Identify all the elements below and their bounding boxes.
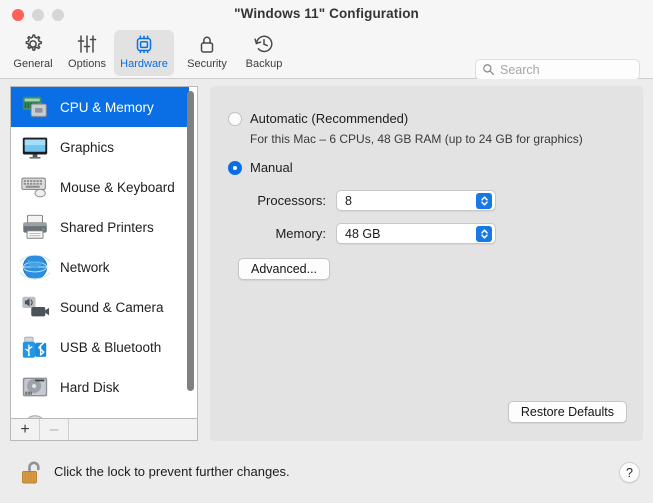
sidebar-scrollbar[interactable] [186, 90, 195, 415]
tab-security[interactable]: Security [177, 30, 237, 76]
automatic-description: For this Mac – 6 CPUs, 48 GB RAM (up to … [250, 132, 583, 146]
clock-back-icon [252, 30, 276, 57]
memory-value: 48 GB [345, 226, 381, 241]
memory-label: Memory: [275, 226, 326, 241]
sidebar-item-sound-camera[interactable]: Sound & Camera [11, 287, 189, 327]
sidebar-item-label: Shared Printers [60, 219, 154, 235]
tab-options[interactable]: Options [57, 30, 117, 76]
processors-value: 8 [345, 193, 352, 208]
sidebar-item-network[interactable]: Network [11, 247, 189, 287]
chevron-updown-icon[interactable] [476, 226, 492, 242]
title-bar: "Windows 11" Configuration [0, 0, 653, 28]
sidebar-item-usb-bluetooth[interactable]: USB & Bluetooth [11, 327, 189, 367]
device-list-sidebar[interactable]: CPU & Memory Graphics Mouse & Keyboard S… [10, 86, 198, 419]
usb-bluetooth-icon [19, 331, 51, 363]
chip-icon [132, 30, 156, 57]
sound-camera-icon [19, 291, 51, 323]
chevron-updown-icon[interactable] [476, 193, 492, 209]
tab-backup[interactable]: Backup [234, 30, 294, 76]
optical-disc-icon [19, 411, 51, 418]
tab-general[interactable]: General [3, 30, 63, 76]
hard-disk-icon [19, 371, 51, 403]
bottom-bar: Click the lock to prevent further change… [0, 447, 653, 503]
search-field[interactable] [475, 59, 640, 80]
sidebar-footer-filler [69, 419, 197, 440]
processors-label: Processors: [257, 193, 326, 208]
cpu-memory-settings-pane: Automatic (Recommended) For this Mac – 6… [210, 86, 643, 441]
tab-security-label: Security [187, 58, 227, 70]
processors-row: Processors: 8 [228, 190, 496, 211]
configuration-window: "Windows 11" Configuration General Optio… [0, 0, 653, 503]
display-icon [19, 131, 51, 163]
manual-radio[interactable] [228, 160, 242, 175]
add-device-button[interactable]: + [11, 419, 40, 440]
sidebar-item-label: Sound & Camera [60, 299, 164, 315]
remove-device-button[interactable]: – [40, 419, 69, 440]
tab-backup-label: Backup [245, 58, 283, 70]
sidebar-scrollbar-thumb[interactable] [187, 91, 194, 391]
search-input[interactable] [500, 62, 633, 77]
automatic-radio-row[interactable]: Automatic (Recommended) [228, 111, 408, 126]
manual-radio-row[interactable]: Manual [228, 160, 293, 175]
printer-icon [19, 211, 51, 243]
keyboard-mouse-icon [19, 171, 51, 203]
sidebar-item-mouse-keyboard[interactable]: Mouse & Keyboard [11, 167, 189, 207]
search-icon [482, 63, 495, 76]
manual-radio-label: Manual [250, 160, 293, 175]
tab-general-label: General [13, 58, 53, 70]
sidebar-item-partial[interactable] [11, 407, 189, 418]
memory-select[interactable]: 48 GB [336, 223, 496, 244]
sidebar-item-hard-disk[interactable]: Hard Disk [11, 367, 189, 407]
sliders-icon [75, 30, 99, 57]
sidebar-item-label: Graphics [60, 139, 115, 155]
lock-message: Click the lock to prevent further change… [54, 464, 290, 479]
open-padlock-icon[interactable] [16, 455, 50, 493]
restore-defaults-button[interactable]: Restore Defaults [507, 401, 627, 423]
body-area: CPU & Memory Graphics Mouse & Keyboard S… [0, 79, 653, 447]
globe-icon [19, 251, 51, 283]
device-list: CPU & Memory Graphics Mouse & Keyboard S… [11, 87, 189, 418]
sidebar-item-graphics[interactable]: Graphics [11, 127, 189, 167]
advanced-button[interactable]: Advanced... [238, 258, 331, 280]
cpu-memory-icon [19, 91, 51, 123]
tab-options-label: Options [68, 58, 106, 70]
memory-row: Memory: 48 GB [228, 223, 496, 244]
sidebar-item-cpu-memory[interactable]: CPU & Memory [11, 87, 189, 127]
sidebar-item-label: CPU & Memory [60, 99, 154, 115]
toolbar: General Options Hardware Security Backup… [0, 28, 653, 80]
sidebar-item-shared-printers[interactable]: Shared Printers [11, 207, 189, 247]
lock-icon [195, 30, 219, 57]
processors-select[interactable]: 8 [336, 190, 496, 211]
window-title: "Windows 11" Configuration [234, 6, 419, 21]
sidebar-item-label: Hard Disk [60, 379, 120, 395]
gear-icon [21, 30, 45, 57]
tab-hardware[interactable]: Hardware [114, 30, 174, 76]
tab-hardware-label: Hardware [120, 58, 168, 70]
automatic-radio[interactable] [228, 111, 242, 126]
help-button[interactable]: ? [619, 462, 640, 483]
sidebar-item-label: Mouse & Keyboard [60, 179, 175, 195]
automatic-radio-label: Automatic (Recommended) [250, 111, 409, 126]
sidebar-footer: + – [10, 419, 198, 441]
sidebar-item-label: Network [60, 259, 110, 275]
sidebar-item-label: USB & Bluetooth [60, 339, 162, 355]
